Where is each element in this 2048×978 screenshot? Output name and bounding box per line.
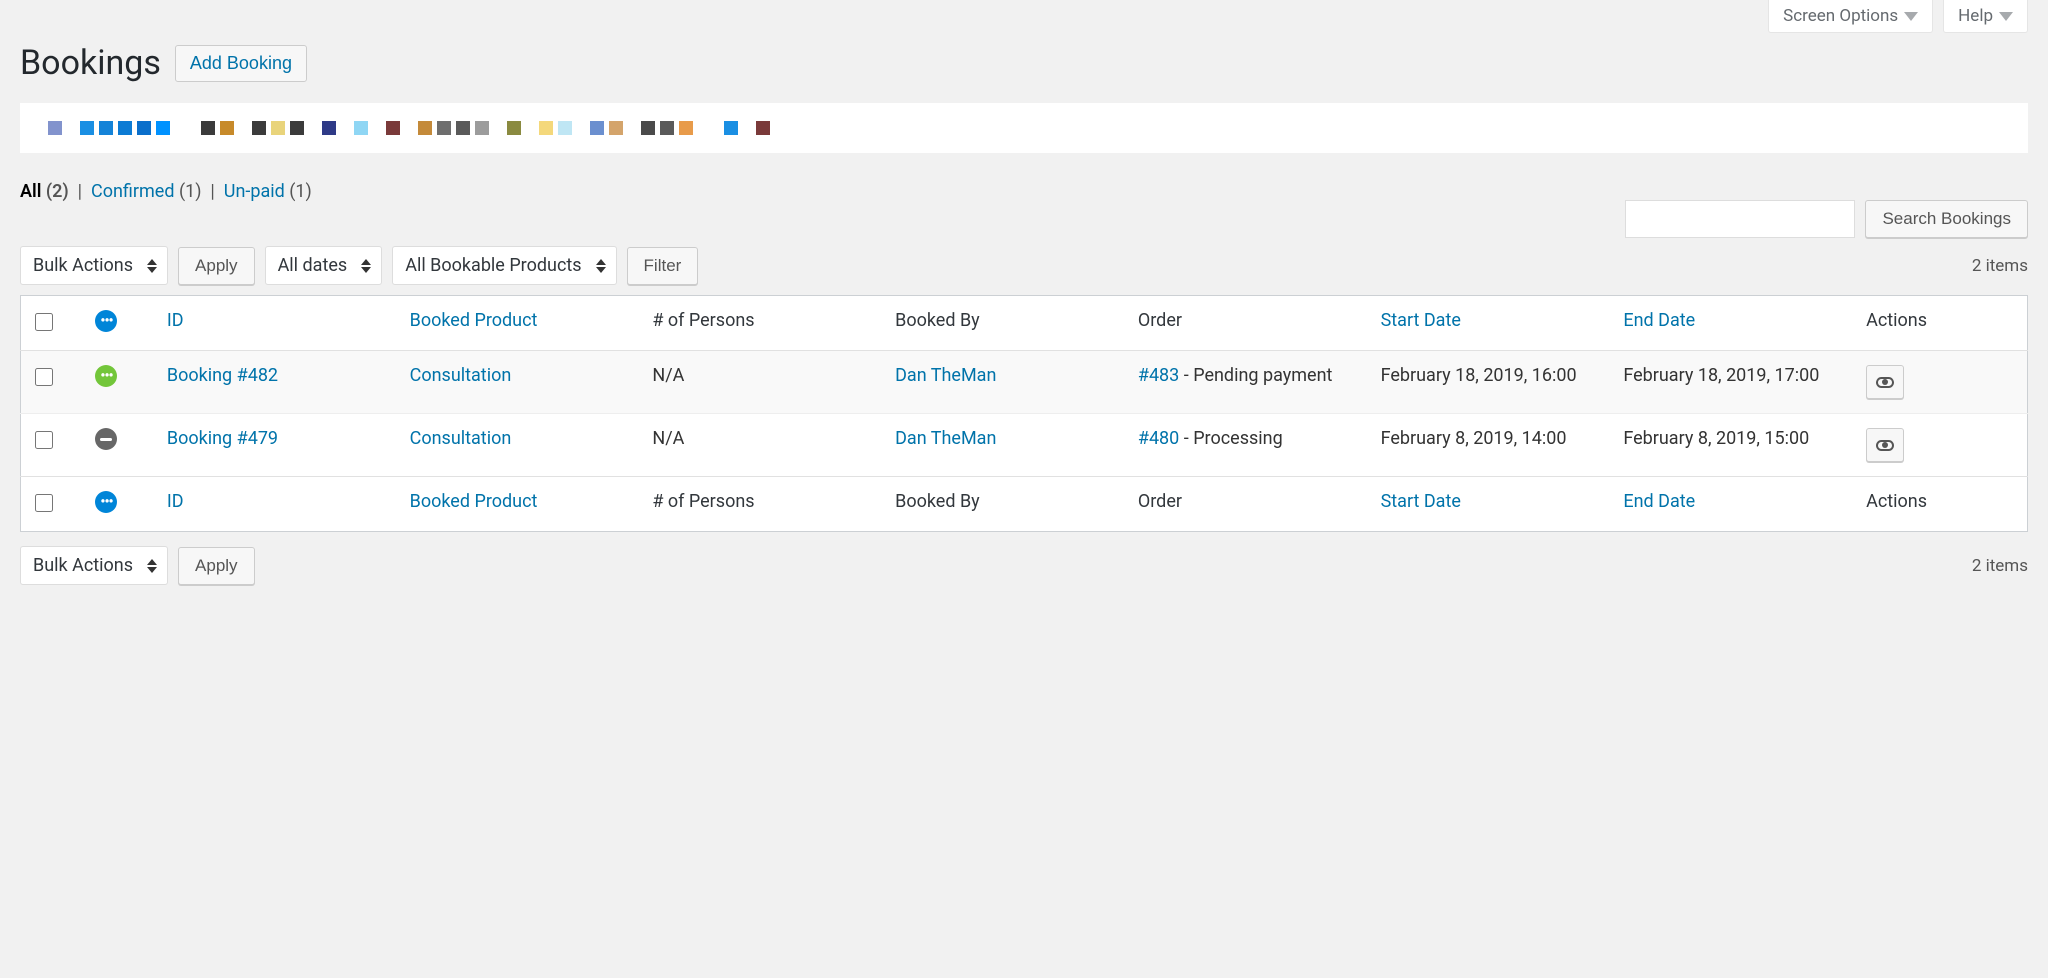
booking-id-link[interactable]: Booking #482 [167,365,278,386]
row-checkbox[interactable] [35,431,53,449]
chevron-down-icon [1999,12,2013,21]
page-title: Bookings [20,43,161,83]
help-label: Help [1958,6,1993,26]
column-booked-by: Booked By [885,296,1128,351]
apply-button-bottom[interactable]: Apply [178,547,255,585]
persons-cell: N/A [642,351,885,414]
order-cell: #483 - Pending payment [1128,351,1371,414]
view-button[interactable] [1866,428,1904,462]
bulk-actions-select[interactable]: Bulk Actions [20,246,168,285]
order-cell: #480 - Processing [1128,414,1371,477]
eye-icon [1876,440,1894,451]
column-actions: Actions [1856,296,2027,351]
product-filter-select[interactable]: All Bookable Products [392,246,616,285]
date-filter-select[interactable]: All dates [265,246,383,285]
persons-cell: N/A [642,414,885,477]
screen-options-label: Screen Options [1783,6,1898,26]
column-order: Order [1128,296,1371,351]
apply-button-top[interactable]: Apply [178,247,255,285]
items-count-top: 2 items [1972,256,2028,276]
status-footer-icon: ••• [95,491,117,513]
eye-icon [1876,377,1894,388]
filter-tab-all[interactable]: All (2) [20,181,73,202]
table-row: ••• Booking #482 Consultation N/A Dan TheMan… [21,351,2028,414]
column-actions: Actions [1856,477,2027,532]
screen-options-button[interactable]: Screen Options [1768,0,1933,33]
bookings-table: ••• ID Booked Product # of Persons Booke… [20,295,2028,532]
column-end-date[interactable]: End Date [1623,310,1695,331]
end-date-cell: February 8, 2019, 15:00 [1613,414,1856,477]
column-product[interactable]: Booked Product [410,310,538,331]
help-button[interactable]: Help [1943,0,2028,33]
start-date-cell: February 8, 2019, 14:00 [1371,414,1614,477]
column-persons: # of Persons [642,296,885,351]
product-link[interactable]: Consultation [410,428,512,449]
select-arrows-icon [596,259,606,273]
select-arrows-icon [147,559,157,573]
row-checkbox[interactable] [35,368,53,386]
view-button[interactable] [1866,365,1904,399]
filter-tab-unpaid[interactable]: Un-paid [224,181,289,202]
color-swatch-bar [20,103,2028,153]
column-end-date[interactable]: End Date [1623,491,1695,512]
select-arrows-icon [147,259,157,273]
status-filter-tabs: All (2) | Confirmed (1) | Un-paid (1) [20,181,2028,202]
status-icon: ••• [95,365,117,387]
select-arrows-icon [361,259,371,273]
end-date-cell: February 18, 2019, 17:00 [1613,351,1856,414]
column-product[interactable]: Booked Product [410,491,538,512]
order-link[interactable]: #483 [1138,365,1179,386]
column-persons: # of Persons [642,477,885,532]
booked-by-link[interactable]: Dan TheMan [895,428,996,449]
filter-button[interactable]: Filter [627,247,699,285]
bulk-actions-select-bottom[interactable]: Bulk Actions [20,546,168,585]
column-order: Order [1128,477,1371,532]
order-link[interactable]: #480 [1138,428,1179,449]
add-booking-button[interactable]: Add Booking [175,45,307,82]
select-all-checkbox-footer[interactable] [35,494,53,512]
column-id[interactable]: ID [167,310,184,331]
filter-tab-confirmed[interactable]: Confirmed [91,181,179,202]
table-row: Booking #479 Consultation N/A Dan TheMan #48… [21,414,2028,477]
items-count-bottom: 2 items [1972,556,2028,576]
column-start-date[interactable]: Start Date [1381,310,1461,331]
product-link[interactable]: Consultation [410,365,512,386]
booked-by-link[interactable]: Dan TheMan [895,365,996,386]
select-all-checkbox[interactable] [35,313,53,331]
status-header-icon: ••• [95,310,117,332]
column-id[interactable]: ID [167,491,184,512]
search-button[interactable]: Search Bookings [1865,200,2028,238]
chevron-down-icon [1904,12,1918,21]
search-input[interactable] [1625,200,1855,238]
status-icon [95,428,117,450]
booking-id-link[interactable]: Booking #479 [167,428,278,449]
column-start-date[interactable]: Start Date [1381,491,1461,512]
column-booked-by: Booked By [885,477,1128,532]
start-date-cell: February 18, 2019, 16:00 [1371,351,1614,414]
